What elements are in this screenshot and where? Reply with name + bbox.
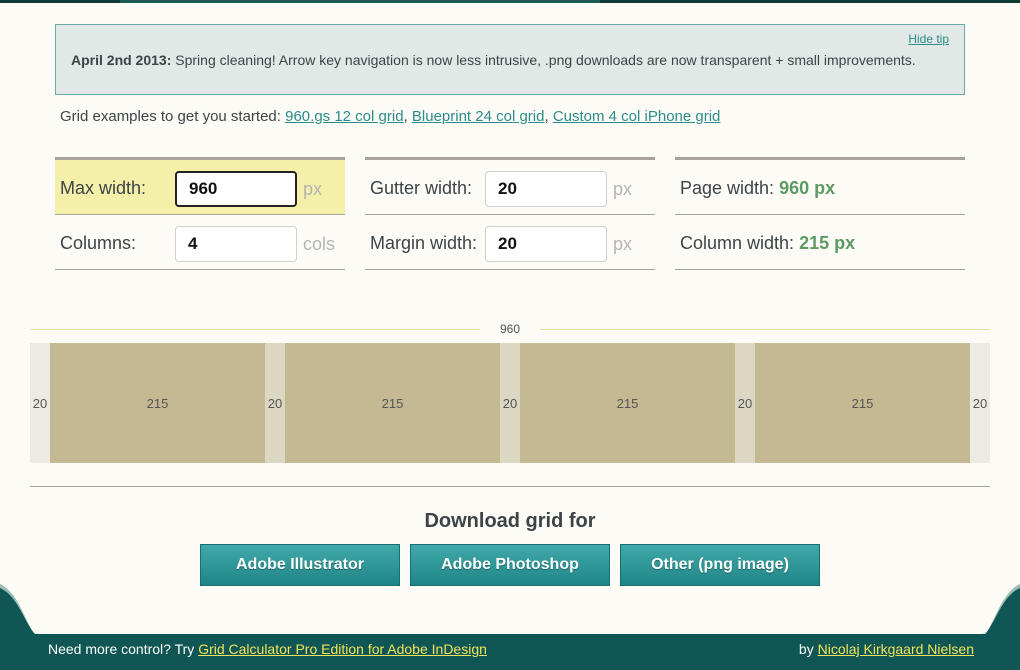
columns-input[interactable] xyxy=(175,226,297,262)
examples-intro: Grid examples to get you started: xyxy=(60,108,281,125)
tip-message: April 2nd 2013: Spring cleaning! Arrow k… xyxy=(71,52,916,68)
gutter-width-unit: px xyxy=(613,179,633,199)
pro-edition-link[interactable]: Grid Calculator Pro Edition for Adobe In… xyxy=(198,641,487,657)
gutter-width-row: Gutter width: px xyxy=(365,160,655,215)
author-link[interactable]: Nicolaj Kirkgaard Nielsen xyxy=(818,641,974,657)
tip-date: April 2nd 2013: xyxy=(71,52,172,68)
settings-column-1: Max width: px Columns: cols xyxy=(55,157,345,270)
download-photoshop-button[interactable]: Adobe Photoshop xyxy=(410,544,610,586)
top-bar-accent xyxy=(600,0,1020,3)
page-width-value: 960 px xyxy=(779,178,836,198)
download-png-button[interactable]: Other (png image) xyxy=(620,544,820,586)
max-width-input[interactable] xyxy=(175,171,297,207)
footer-right-text: by xyxy=(798,641,814,657)
grid-column: 215 xyxy=(755,343,970,463)
grid-gutter: 20 xyxy=(265,343,285,463)
top-bar-accent xyxy=(0,0,120,3)
margin-width-row: Margin width: px xyxy=(365,215,655,270)
total-width-line-left xyxy=(30,329,480,330)
settings-column-2: Gutter width: px Margin width: px xyxy=(365,157,655,270)
footer-right: by Nicolaj Kirkgaard Nielsen xyxy=(799,641,974,657)
page-width-row: Page width: 960 px xyxy=(675,160,965,215)
grid-column: 215 xyxy=(50,343,265,463)
example-link-blueprint[interactable]: Blueprint 24 col grid xyxy=(412,108,545,125)
total-width-label: 960 xyxy=(499,322,521,336)
grid-margin-left: 20 xyxy=(30,343,50,463)
columns-unit: cols xyxy=(303,234,336,254)
footer: Need more control? Try Grid Calculator P… xyxy=(0,584,1020,670)
max-width-label: Max width: xyxy=(60,178,147,198)
grid-preview: 20 215 20 215 20 215 20 215 20 xyxy=(30,343,990,463)
max-width-unit: px xyxy=(303,179,323,199)
grid-gutter: 20 xyxy=(735,343,755,463)
download-title: Download grid for xyxy=(424,510,596,532)
page-width-result: Page width: 960 px xyxy=(680,178,835,199)
footer-background xyxy=(0,584,1020,670)
divider xyxy=(30,486,990,487)
column-width-label: Column width: xyxy=(680,233,795,253)
grid-column: 215 xyxy=(285,343,500,463)
max-width-row: Max width: px xyxy=(55,160,345,215)
total-width-line-right xyxy=(540,329,990,330)
page-width-label: Page width: xyxy=(680,178,775,198)
columns-row: Columns: cols xyxy=(55,215,345,270)
top-bar xyxy=(0,0,1020,3)
column-width-row: Column width: 215 px xyxy=(675,215,965,270)
example-link-960gs[interactable]: 960.gs 12 col grid xyxy=(285,108,403,125)
footer-left: Need more control? Try Grid Calculator P… xyxy=(48,641,487,657)
margin-width-input[interactable] xyxy=(485,226,607,262)
download-illustrator-button[interactable]: Adobe Illustrator xyxy=(200,544,400,586)
gutter-width-input[interactable] xyxy=(485,171,607,207)
tip-box: Hide tip April 2nd 2013: Spring cleaning… xyxy=(55,24,965,95)
results-column: Page width: 960 px Column width: 215 px xyxy=(675,157,965,270)
tip-text: Spring cleaning! Arrow key navigation is… xyxy=(175,52,916,68)
column-width-result: Column width: 215 px xyxy=(680,233,855,254)
example-link-iphone[interactable]: Custom 4 col iPhone grid xyxy=(553,108,721,125)
grid-margin-right: 20 xyxy=(970,343,990,463)
grid-examples: Grid examples to get you started: 960.gs… xyxy=(60,108,721,125)
gutter-width-label: Gutter width: xyxy=(370,178,473,198)
margin-width-label: Margin width: xyxy=(370,233,478,253)
column-width-value: 215 px xyxy=(799,233,856,253)
hide-tip-link[interactable]: Hide tip xyxy=(908,32,949,46)
margin-width-unit: px xyxy=(613,234,633,254)
footer-left-text: Need more control? Try xyxy=(48,641,195,657)
columns-label: Columns: xyxy=(60,233,137,253)
grid-column: 215 xyxy=(520,343,735,463)
grid-gutter: 20 xyxy=(500,343,520,463)
